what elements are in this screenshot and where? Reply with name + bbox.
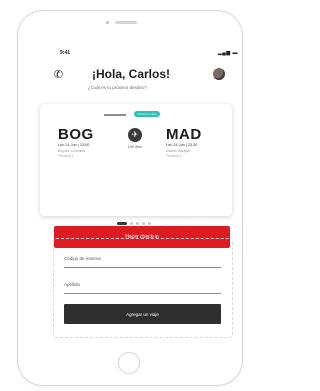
last-name-underline	[64, 293, 221, 294]
avatar[interactable]	[213, 68, 225, 80]
add-trip-button[interactable]: Agregar un viaje	[64, 304, 221, 324]
origin-terminal: Terminal 1	[58, 154, 74, 158]
destination-code: MAD	[166, 126, 202, 143]
status-icons: ▂▄▆ ▬	[217, 50, 238, 56]
pagination-dot-active[interactable]	[117, 222, 127, 225]
app-mockup: 9:41 ▂▄▆ ▬ ✆ ¡Hola, Carlos! ¿Cuál es tu …	[0, 0, 256, 391]
origin-city: Bogotá, Colombia	[58, 149, 85, 153]
destination-terminal: Terminal 4	[166, 154, 182, 158]
add-trip-form: Código de reserva Apellido Agregar un vi…	[53, 238, 233, 338]
flight-card: Próximo vuelo BOG Lun 24 Jun | 13:00 Bog…	[40, 104, 232, 248]
last-name-field[interactable]: Apellido	[64, 282, 80, 287]
pagination-dot[interactable]	[130, 222, 133, 225]
origin-code: BOG	[58, 126, 94, 143]
reservation-code-field[interactable]: Código de reserva	[64, 256, 101, 261]
card-divider	[104, 114, 126, 116]
greeting-title: ¡Hola, Carlos!	[92, 67, 171, 81]
reservation-code-underline	[64, 267, 221, 268]
airplane-icon: ✈	[128, 128, 142, 142]
pagination-dot[interactable]	[148, 222, 151, 225]
status-badge: Próximo vuelo	[134, 111, 160, 117]
pagination-dot[interactable]	[142, 222, 145, 225]
phone-icon[interactable]: ✆	[53, 67, 64, 81]
pagination-dot[interactable]	[136, 222, 139, 225]
front-camera	[106, 21, 109, 24]
greeting-subtitle: ¿Cuál es tu próximo destino?	[88, 85, 147, 90]
origin-date: Lun 24 Jun | 13:00	[58, 143, 90, 147]
status-time: 9:41	[60, 50, 71, 56]
home-button[interactable]	[118, 352, 140, 374]
destination-city: Madrid, Barajas	[166, 149, 190, 153]
destination-date: Lun 24 Jun | 23:30	[166, 143, 198, 147]
earpiece-speaker	[115, 21, 137, 24]
flight-duration: 10h 30m	[127, 145, 143, 149]
